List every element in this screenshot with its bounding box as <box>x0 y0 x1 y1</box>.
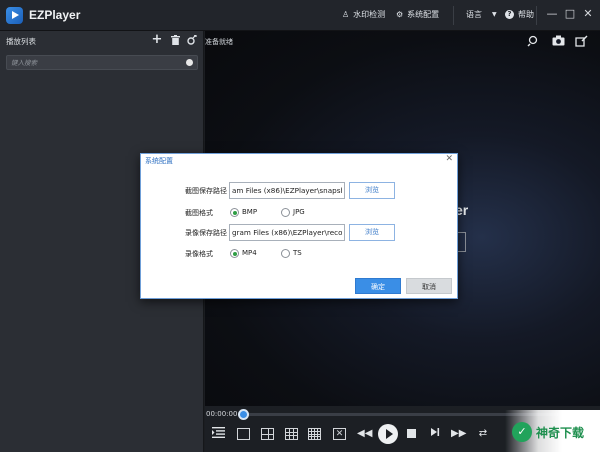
record-icon[interactable] <box>574 35 588 49</box>
gear-icon: ⚙ <box>396 10 404 19</box>
layout-16-icon[interactable] <box>308 428 321 440</box>
title-bar: EZPlayer ♙ 水印检测 ⚙ 系统配置 语言 ▼ ? 帮助 — □ ✕ <box>0 0 600 31</box>
snapshot-path-input[interactable] <box>229 182 345 199</box>
divider <box>536 6 537 25</box>
record-path-label: 录像保存路径 <box>185 229 227 237</box>
language-label: 语言 <box>466 10 482 19</box>
playlist-search[interactable] <box>6 55 198 70</box>
language-menu[interactable]: 语言 ▼ <box>466 9 497 20</box>
radio-bmp-label: BMP <box>242 208 258 216</box>
step-forward-icon[interactable] <box>428 427 442 441</box>
watermark-text: 神奇下载 <box>536 426 585 440</box>
playlist-title: 播放列表 <box>6 37 36 46</box>
minimize-icon[interactable]: — <box>544 6 560 22</box>
close-icon[interactable]: ✕ <box>580 6 596 22</box>
radio-mp4-label: MP4 <box>242 249 257 257</box>
add-icon[interactable]: + <box>150 33 164 47</box>
dialog-title: 系统配置 <box>145 157 173 165</box>
time-display: 00:00:00 <box>206 410 238 418</box>
watermark-detect-button[interactable]: ♙ 水印检测 <box>342 9 385 20</box>
radio-jpg[interactable] <box>281 208 290 217</box>
help-button[interactable]: ? 帮助 <box>505 9 534 20</box>
status-text: 准备就绪 <box>205 38 233 46</box>
help-label: 帮助 <box>518 10 534 19</box>
close-icon[interactable]: ✕ <box>445 154 453 164</box>
playlist-header: 播放列表 + <box>0 31 204 51</box>
settings-dialog: 系统配置 ✕ 截图保存路径 浏览 截图格式 BMP JPG 录像保存路径 浏览 … <box>140 153 458 299</box>
snapshot-browse-button[interactable]: 浏览 <box>349 182 395 199</box>
stop-button[interactable] <box>407 429 416 438</box>
layout-9-icon[interactable] <box>285 428 298 440</box>
snapshot-path-label: 截图保存路径 <box>185 187 227 195</box>
radio-bmp[interactable] <box>230 208 239 217</box>
record-path-input[interactable] <box>229 224 345 241</box>
camera-icon[interactable] <box>551 35 565 49</box>
app-title: EZPlayer <box>29 8 81 22</box>
radio-mp4[interactable] <box>230 249 239 258</box>
search-input[interactable] <box>11 57 181 68</box>
watermark-detect-label: 水印检测 <box>353 10 386 19</box>
playlist-toggle-icon[interactable] <box>211 427 225 441</box>
fast-forward-icon[interactable]: ▶▶ <box>451 427 466 441</box>
help-icon: ? <box>505 10 514 19</box>
play-button[interactable] <box>378 424 398 444</box>
background-logo-shape <box>458 232 466 252</box>
progress-handle[interactable] <box>238 409 249 420</box>
radio-jpg-label: JPG <box>293 208 305 216</box>
user-icon: ♙ <box>342 10 350 19</box>
search-icon[interactable] <box>186 59 193 66</box>
radio-ts-label: TS <box>293 249 302 257</box>
trash-icon[interactable] <box>168 33 182 47</box>
record-browse-button[interactable]: 浏览 <box>349 224 395 241</box>
ok-button[interactable]: 确定 <box>355 278 401 294</box>
snapshot-format-label: 截图格式 <box>185 209 213 217</box>
close-all-icon[interactable]: ✕ <box>333 428 346 440</box>
divider <box>453 6 454 25</box>
folder-link-icon[interactable] <box>185 33 199 47</box>
system-settings-label: 系统配置 <box>407 10 440 19</box>
record-format-label: 录像格式 <box>185 250 213 258</box>
zoom-icon[interactable] <box>526 35 540 49</box>
maximize-icon[interactable]: □ <box>562 6 578 22</box>
radio-ts[interactable] <box>281 249 290 258</box>
layout-4-icon[interactable] <box>261 428 274 440</box>
loop-icon[interactable]: ⇄ <box>476 427 490 441</box>
app-logo-icon <box>6 7 23 24</box>
watermark-logo-icon: ✓ <box>512 422 532 442</box>
chevron-down-icon: ▼ <box>492 11 497 18</box>
layout-1-icon[interactable] <box>237 428 250 440</box>
cancel-button[interactable]: 取消 <box>406 278 452 294</box>
rewind-icon[interactable]: ◀◀ <box>357 427 372 441</box>
system-settings-button[interactable]: ⚙ 系统配置 <box>396 9 439 20</box>
